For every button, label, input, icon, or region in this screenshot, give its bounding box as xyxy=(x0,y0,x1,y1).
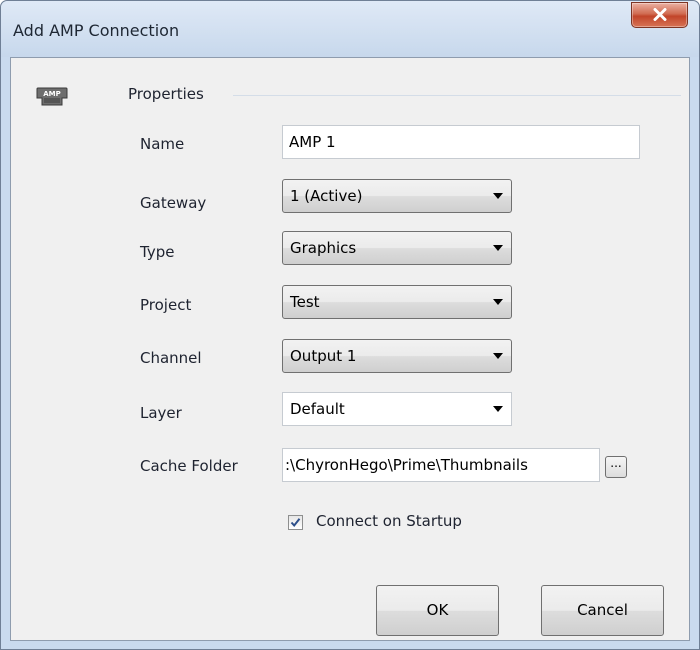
title-bar[interactable]: Add AMP Connection xyxy=(1,1,699,57)
project-select[interactable]: Test xyxy=(282,285,512,319)
channel-selected-value: Output 1 xyxy=(290,347,357,365)
name-input[interactable]: AMP 1 xyxy=(282,125,640,159)
chevron-down-icon xyxy=(493,353,503,359)
channel-label: Channel xyxy=(140,349,202,367)
cache-folder-label: Cache Folder xyxy=(140,457,238,475)
type-label: Type xyxy=(140,243,175,261)
close-button[interactable] xyxy=(631,2,688,28)
gateway-select[interactable]: 1 (Active) xyxy=(282,179,512,213)
close-icon xyxy=(653,8,667,21)
layer-selected-value: Default xyxy=(290,400,345,418)
chevron-down-icon xyxy=(493,193,503,199)
cache-folder-input[interactable]: :\ChyronHego\Prime\Thumbnails xyxy=(282,448,600,482)
name-label: Name xyxy=(140,135,185,153)
window-title: Add AMP Connection xyxy=(13,21,180,40)
chevron-down-icon[interactable] xyxy=(493,406,503,412)
amp-connector-icon: AMP xyxy=(36,87,68,106)
type-select[interactable]: Graphics xyxy=(282,231,512,265)
ok-button[interactable]: OK xyxy=(376,585,499,636)
gateway-label: Gateway xyxy=(140,194,207,212)
layer-label: Layer xyxy=(140,404,182,422)
browse-folder-button[interactable]: ... xyxy=(605,456,627,478)
type-selected-value: Graphics xyxy=(290,239,357,257)
chevron-down-icon xyxy=(493,299,503,305)
gateway-selected-value: 1 (Active) xyxy=(290,187,363,205)
connect-on-startup-checkbox[interactable] xyxy=(288,515,303,530)
dialog-window: Add AMP Connection AMP Properties Name A… xyxy=(0,0,700,650)
dialog-client-area: AMP Properties Name AMP 1 Gateway 1 (Act… xyxy=(10,57,690,641)
chevron-down-icon xyxy=(493,245,503,251)
layer-combo[interactable]: Default xyxy=(282,392,512,426)
project-label: Project xyxy=(140,296,192,314)
amp-icon-text: AMP xyxy=(43,90,61,98)
checkmark-icon xyxy=(290,518,301,528)
project-selected-value: Test xyxy=(290,293,320,311)
connect-on-startup-label[interactable]: Connect on Startup xyxy=(316,512,462,530)
properties-group-label: Properties xyxy=(128,85,204,103)
group-separator xyxy=(233,95,681,96)
channel-select[interactable]: Output 1 xyxy=(282,339,512,373)
cancel-button[interactable]: Cancel xyxy=(541,585,664,636)
